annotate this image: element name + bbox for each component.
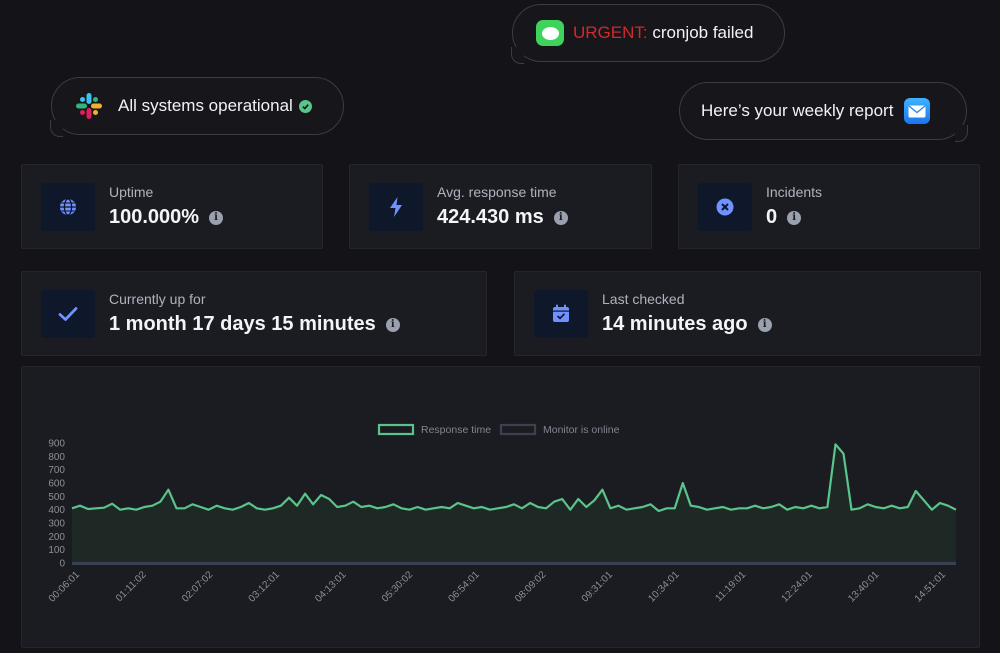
y-tick-label: 900 <box>48 439 65 450</box>
x-tick-label: 02:07:02 <box>180 569 216 605</box>
x-tick-label: 03:12:01 <box>247 569 283 605</box>
uptime-card: Uptime 100.000% i <box>21 164 323 249</box>
slack-icon <box>76 93 102 119</box>
slack-message-text: All systems operational <box>118 96 293 115</box>
sms-message-text: cronjob failed <box>647 23 754 42</box>
y-tick-label: 400 <box>48 505 65 516</box>
x-tick-label: 04:13:01 <box>313 569 349 605</box>
x-tick-label: 12:24:01 <box>780 569 816 605</box>
legend-label: Response time <box>421 424 491 436</box>
response-time-chart-panel: Response time Monitor is online 0 100 200 300… <box>21 366 980 648</box>
uptime-value: 100.000% <box>109 206 200 228</box>
mail-message-text: Here’s your weekly report <box>701 101 894 120</box>
x-tick-label: 14:51:01 <box>913 569 949 605</box>
legend-swatch <box>377 423 415 436</box>
incidents-label: Incidents <box>766 184 823 200</box>
urgent-label: URGENT: <box>573 23 648 42</box>
response-time-card: Avg. response time 424.430 ms i <box>349 164 652 249</box>
x-tick-label: 13:40:01 <box>846 569 882 605</box>
last-checked-card: Last checked 14 minutes ago i <box>514 271 981 356</box>
calendar-check-icon <box>534 289 588 338</box>
y-tick-label: 700 <box>48 465 65 476</box>
x-tick-label: 10:34:01 <box>646 569 682 605</box>
y-tick-label: 0 <box>59 559 65 570</box>
y-tick-label: 100 <box>48 545 65 556</box>
info-icon[interactable]: i <box>553 210 568 225</box>
y-tick-label: 300 <box>48 519 65 530</box>
globe-icon <box>41 182 95 231</box>
x-tick-label: 11:19:01 <box>713 569 748 604</box>
y-tick-label: 200 <box>48 532 65 543</box>
mail-notification[interactable]: Here’s your weekly report <box>679 82 968 142</box>
response-time-chart: Response time Monitor is online 0 100 200 300… <box>47 423 957 605</box>
legend-swatch <box>499 423 537 436</box>
x-tick-label: 05:30:02 <box>380 569 416 605</box>
info-icon[interactable]: i <box>757 317 772 332</box>
checkmark-icon <box>41 289 95 338</box>
y-tick-label: 500 <box>48 492 65 503</box>
uptime-label: Uptime <box>109 184 154 200</box>
incidents-card: Incidents 0i <box>678 164 980 249</box>
currently-up-card: Currently up for 1 month 17 days 15 minu… <box>21 271 487 356</box>
currently-up-label: Currently up for <box>109 291 206 307</box>
last-checked-label: Last checked <box>602 291 685 307</box>
response-time-line <box>71 443 957 513</box>
x-tick-label: 08:09:02 <box>513 569 549 605</box>
info-icon[interactable]: i <box>787 210 802 225</box>
response-time-label: Avg. response time <box>437 184 557 200</box>
x-tick-label: 09:31:01 <box>580 569 616 605</box>
slack-notification[interactable]: All systems operational <box>50 77 344 137</box>
incidents-value: 0 <box>766 206 778 228</box>
lightning-icon <box>369 182 423 231</box>
y-tick-label: 600 <box>48 479 65 490</box>
info-icon[interactable]: i <box>209 210 224 225</box>
sms-notification[interactable]: URGENT: cronjob failed <box>511 4 785 64</box>
legend-label: Monitor is online <box>543 424 620 436</box>
check-badge-icon <box>298 99 312 113</box>
mail-icon <box>904 98 931 124</box>
y-tick-label: 800 <box>48 452 65 463</box>
x-circle-icon <box>698 182 752 231</box>
last-checked-value: 14 minutes ago <box>602 313 748 335</box>
x-tick-label: 01:11:02 <box>114 569 149 604</box>
x-tick-label: 00:06:01 <box>47 569 83 605</box>
messages-icon <box>536 20 564 46</box>
response-time-value: 424.430 ms <box>437 206 544 228</box>
currently-up-value: 1 month 17 days 15 minutes <box>109 313 376 335</box>
x-tick-label: 06:54:01 <box>447 569 483 605</box>
info-icon[interactable]: i <box>385 317 400 332</box>
